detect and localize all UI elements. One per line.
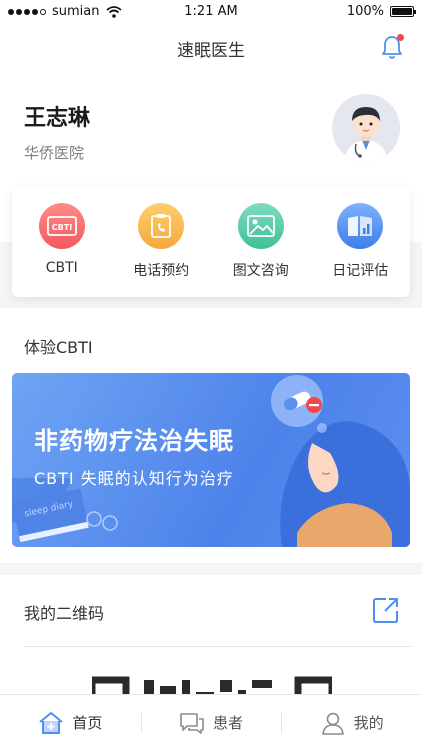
quick-action-diary-evaluation[interactable]: 日记评估 <box>311 187 411 297</box>
quick-action-image-consult[interactable]: 图文咨询 <box>211 187 311 297</box>
banner-title: 非药物疗法治失眠 <box>34 427 234 455</box>
tab-home[interactable]: 首页 <box>0 695 141 750</box>
quick-action-label: CBTI <box>45 260 78 276</box>
tab-bar: 首页 患者 我的 <box>0 694 422 750</box>
hospital-name: 华侨医院 <box>24 144 85 162</box>
quick-action-label: 电话预约 <box>133 263 190 279</box>
cbti-icon: CBTI <box>38 203 85 249</box>
status-bar: sumian 1:21 AM 100% <box>0 0 422 24</box>
section-separator <box>0 563 422 575</box>
quick-action-cbti[interactable]: CBTI CBTI <box>12 187 112 297</box>
divider <box>24 646 412 647</box>
battery-percent: 100% <box>346 4 384 19</box>
tab-label: 我的 <box>353 714 384 732</box>
notification-bell-icon[interactable] <box>380 34 404 60</box>
doctor-name: 王志琳 <box>24 106 91 131</box>
page-title: 速眠医生 <box>177 41 245 61</box>
banner-subtitle: CBTI 失眠的认知行为治疗 <box>34 469 234 488</box>
share-icon[interactable] <box>372 596 400 624</box>
sleeping-woman-illustration: sleep diary <box>12 375 410 547</box>
tab-mine[interactable]: 我的 <box>281 695 422 750</box>
notification-dot <box>397 34 404 41</box>
diary-chart-icon <box>337 203 384 249</box>
tab-patients[interactable]: 患者 <box>140 695 282 750</box>
phone-icon <box>138 203 185 249</box>
tab-label: 患者 <box>213 714 244 732</box>
quick-action-label: 日记评估 <box>332 263 389 279</box>
tab-label: 首页 <box>72 714 103 732</box>
quick-action-phone-booking[interactable]: 电话预约 <box>112 187 212 297</box>
nav-bar: 速眠医生 <box>0 24 422 72</box>
chat-icon <box>180 712 204 734</box>
home-icon <box>39 711 63 734</box>
svg-text:CBTI: CBTI <box>52 223 72 232</box>
cbti-banner[interactable]: sleep diary 非药物疗法治失眠 CBTI 失眠的认知行为治疗 <box>12 373 410 547</box>
quick-action-label: 图文咨询 <box>232 263 289 279</box>
cbti-section-title: 体验CBTI <box>24 338 93 357</box>
avatar[interactable] <box>332 94 400 162</box>
image-icon <box>237 203 284 249</box>
battery-icon <box>390 6 416 17</box>
user-icon <box>321 712 344 735</box>
qr-section-title: 我的二维码 <box>24 604 105 623</box>
quick-actions-card: CBTI CBTI 电话预约 图文咨询 日记评估 <box>12 187 410 297</box>
